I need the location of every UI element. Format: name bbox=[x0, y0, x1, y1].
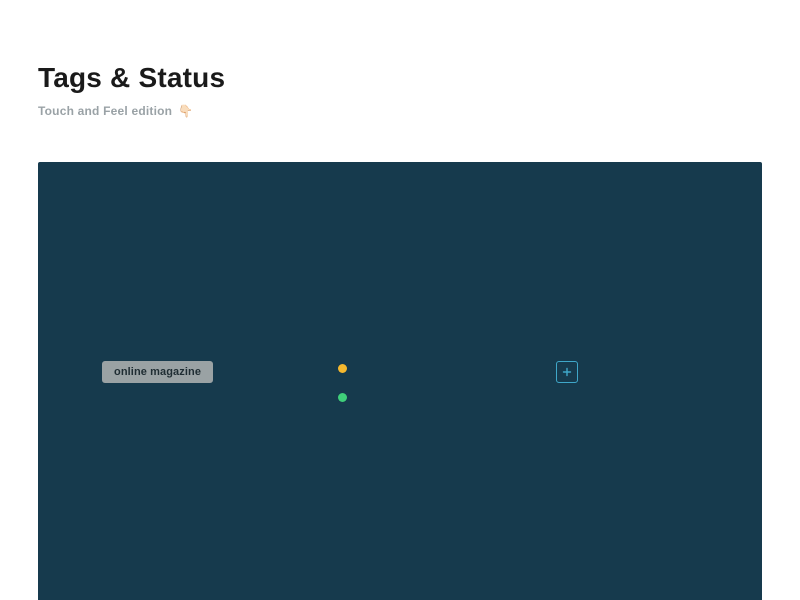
point-down-icon: 👇🏻 bbox=[178, 105, 193, 117]
demo-panel: online magazine bbox=[38, 162, 762, 600]
tag-chip-online-magazine[interactable]: online magazine bbox=[102, 361, 213, 383]
add-tag-button[interactable] bbox=[556, 361, 578, 383]
page-subtitle-text: Touch and Feel edition bbox=[38, 104, 172, 118]
page-subtitle: Touch and Feel edition 👇🏻 bbox=[38, 104, 762, 118]
page-title: Tags & Status bbox=[38, 62, 762, 94]
status-dot-pending bbox=[338, 364, 347, 373]
plus-icon bbox=[562, 367, 572, 377]
status-dot-ok bbox=[338, 393, 347, 402]
